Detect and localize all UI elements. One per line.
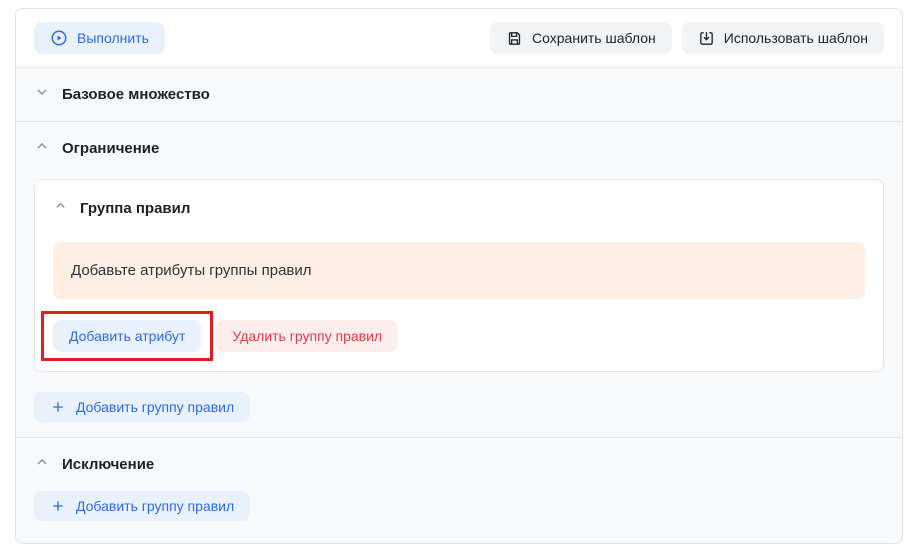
add-rule-group-button-restriction[interactable]: Добавить группу правил xyxy=(34,392,250,422)
chevron-down-icon xyxy=(34,84,50,105)
toolbar: Выполнить Сохранить шаблон xyxy=(16,9,902,67)
chevron-up-icon xyxy=(34,454,50,475)
annotation-highlight: Добавить атрибут xyxy=(41,311,213,361)
chevron-up-icon xyxy=(34,138,50,159)
add-rule-group-button-exclusion[interactable]: Добавить группу правил xyxy=(34,491,250,521)
base-set-toggle[interactable]: Базовое множество xyxy=(34,84,884,105)
use-template-label: Использовать шаблон xyxy=(724,31,868,45)
section-base-set: Базовое множество xyxy=(16,67,902,121)
add-attribute-button[interactable]: Добавить атрибут xyxy=(53,320,201,352)
save-template-button[interactable]: Сохранить шаблон xyxy=(490,22,672,54)
empty-attributes-notice: Добавьте атрибуты группы правил xyxy=(53,242,865,299)
rule-group-actions: Добавить атрибут Удалить группу правил xyxy=(53,311,865,361)
section-restriction: Ограничение Группа правил Добавьте атриб… xyxy=(16,121,902,437)
delete-rule-group-label: Удалить группу правил xyxy=(232,329,382,343)
save-floppy-icon xyxy=(506,30,523,47)
delete-rule-group-button[interactable]: Удалить группу правил xyxy=(216,320,398,352)
plus-icon xyxy=(50,498,66,514)
run-button[interactable]: Выполнить xyxy=(34,22,165,54)
exclusion-toggle[interactable]: Исключение xyxy=(34,454,884,475)
toolbar-right-group: Сохранить шаблон Использовать шаблон xyxy=(490,22,884,54)
add-rule-group-label: Добавить группу правил xyxy=(76,400,234,414)
import-template-icon xyxy=(698,30,715,47)
plus-icon xyxy=(50,399,66,415)
restriction-toggle[interactable]: Ограничение xyxy=(34,138,884,159)
add-rule-group-label: Добавить группу правил xyxy=(76,499,234,513)
run-button-label: Выполнить xyxy=(77,31,149,45)
add-attribute-label: Добавить атрибут xyxy=(69,329,185,343)
base-set-title: Базовое множество xyxy=(62,86,210,103)
use-template-button[interactable]: Использовать шаблон xyxy=(682,22,884,54)
notice-text: Добавьте атрибуты группы правил xyxy=(71,262,312,279)
rule-group-toggle[interactable]: Группа правил xyxy=(53,198,865,218)
section-exclusion: Исключение Добавить группу правил xyxy=(16,437,902,543)
save-template-label: Сохранить шаблон xyxy=(532,31,656,45)
exclusion-title: Исключение xyxy=(62,456,154,473)
rule-group-card: Группа правил Добавьте атрибуты группы п… xyxy=(34,179,884,372)
chevron-up-icon xyxy=(53,198,68,218)
rule-group-title: Группа правил xyxy=(80,200,190,217)
query-builder-panel: Выполнить Сохранить шаблон xyxy=(15,8,903,544)
play-circle-icon xyxy=(50,29,68,47)
restriction-title: Ограничение xyxy=(62,140,159,157)
